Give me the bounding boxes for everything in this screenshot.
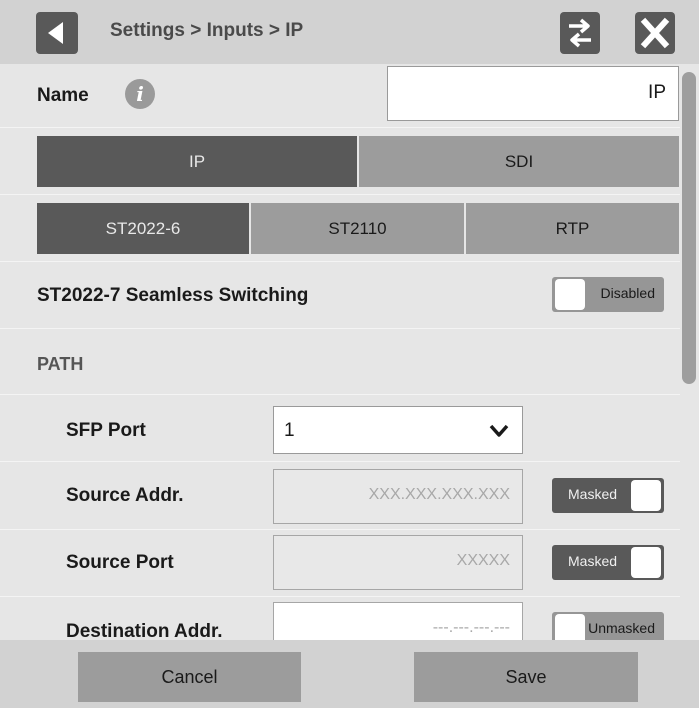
source-addr-field[interactable]: XXX.XXX.XXX.XXX (273, 469, 523, 524)
settings-content: Name i IP IP SDI ST2022-6 ST2110 RTP ST2… (0, 64, 699, 640)
divider (0, 529, 680, 530)
tab-rtp[interactable]: RTP (466, 203, 679, 254)
toggle-label: Masked (568, 486, 618, 502)
destination-addr-placeholder: ---.---.---.--- (432, 619, 510, 636)
back-button[interactable] (36, 12, 78, 54)
sfp-port-select[interactable]: 1 (273, 406, 523, 454)
divider (0, 596, 680, 597)
toggle-knob (631, 480, 661, 511)
toggle-knob (555, 279, 585, 310)
chevron-down-icon (489, 424, 509, 437)
destination-addr-field[interactable]: ---.---.---.--- (273, 602, 523, 640)
source-port-label: Source Port (66, 552, 174, 573)
toggle-knob (555, 614, 585, 640)
toggle-label: Disabled (600, 285, 655, 301)
source-port-field[interactable]: XXXXX (273, 535, 523, 590)
source-port-placeholder: XXXXX (456, 552, 510, 569)
name-value: IP (648, 82, 666, 103)
info-icon[interactable]: i (125, 79, 155, 109)
scrollbar[interactable] (682, 72, 696, 384)
name-label: Name (37, 85, 89, 106)
path-section-title: PATH (37, 354, 84, 374)
destination-addr-label: Destination Addr. (66, 621, 223, 640)
divider (0, 261, 680, 262)
tab-st2022-6[interactable]: ST2022-6 (37, 203, 249, 254)
source-addr-label: Source Addr. (66, 485, 184, 506)
source-addr-mask-toggle[interactable]: Masked (552, 478, 664, 513)
top-bar: Settings > Inputs > IP (0, 0, 699, 64)
toggle-label: Unmasked (588, 620, 655, 636)
sfp-port-value: 1 (284, 420, 295, 441)
swap-arrows-icon (569, 18, 591, 48)
swap-button[interactable] (560, 12, 600, 54)
divider (0, 394, 680, 395)
breadcrumb: Settings > Inputs > IP (110, 20, 304, 41)
divider (0, 127, 680, 128)
seamless-switching-label: ST2022-7 Seamless Switching (37, 285, 309, 306)
close-x-icon (640, 17, 670, 49)
divider (0, 328, 680, 329)
sfp-port-label: SFP Port (66, 420, 146, 441)
triangle-left-icon (48, 22, 63, 44)
cancel-button[interactable]: Cancel (78, 652, 301, 702)
divider (0, 461, 680, 462)
save-button[interactable]: Save (414, 652, 638, 702)
close-button[interactable] (635, 12, 675, 54)
divider (0, 194, 680, 195)
tab-ip[interactable]: IP (37, 136, 357, 187)
tab-sdi[interactable]: SDI (359, 136, 679, 187)
destination-addr-mask-toggle[interactable]: Unmasked (552, 612, 664, 640)
toggle-knob (631, 547, 661, 578)
seamless-switching-toggle[interactable]: Disabled (552, 277, 664, 312)
bottom-bar: Cancel Save (0, 640, 699, 708)
source-port-mask-toggle[interactable]: Masked (552, 545, 664, 580)
tab-st2110[interactable]: ST2110 (251, 203, 464, 254)
source-addr-placeholder: XXX.XXX.XXX.XXX (368, 486, 510, 503)
name-field[interactable]: IP (387, 66, 679, 121)
toggle-label: Masked (568, 553, 618, 569)
